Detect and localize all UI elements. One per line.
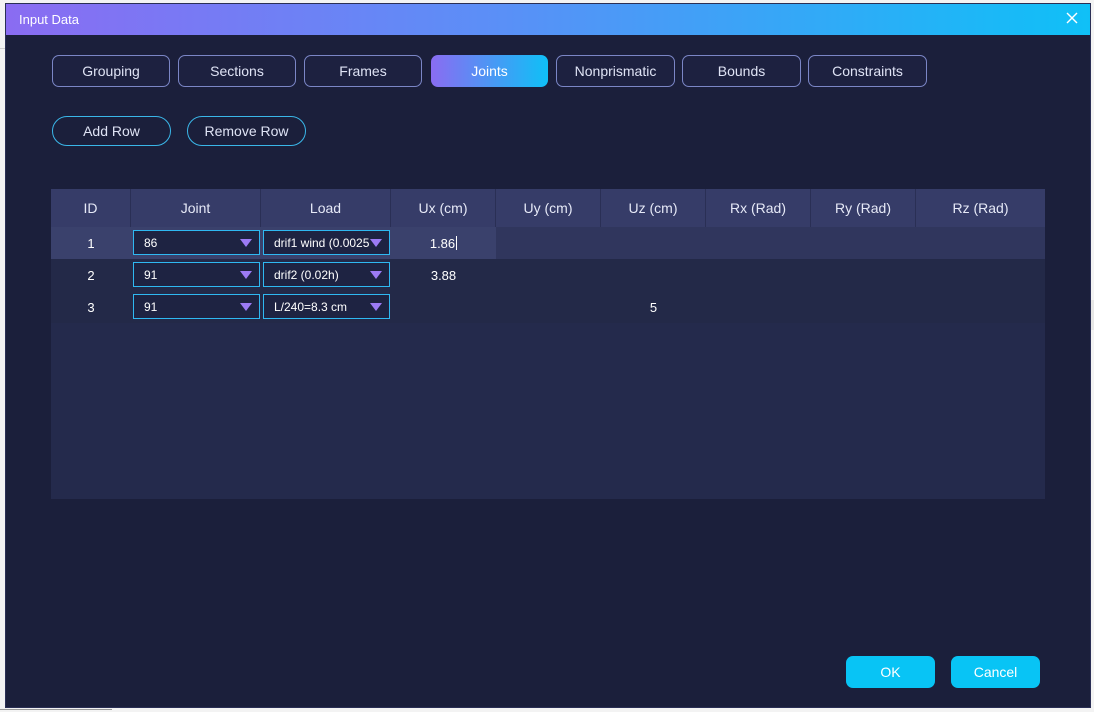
cell-id: 2 [87,267,95,283]
cell-rx[interactable] [706,227,811,259]
window-title: Input Data [19,12,79,27]
joint-dropdown-value: 91 [144,299,158,314]
cell-id: 3 [87,299,95,315]
ok-button[interactable]: OK [846,656,935,688]
column-header-load[interactable]: Load [261,189,391,227]
joint-dropdown[interactable]: 91 [133,294,260,319]
joint-dropdown[interactable]: 86 [133,230,260,255]
column-header-joint[interactable]: Joint [131,189,261,227]
column-header-id[interactable]: ID [51,189,131,227]
joints-table: ID Joint Load Ux (cm) Uy (cm) Uz (cm) Rx… [51,189,1045,499]
cell-rz[interactable] [916,291,1045,323]
table-row[interactable]: 2 91 drif2 (0.02h) 3.88 [51,259,1045,291]
close-icon[interactable] [1064,10,1080,26]
cell-ry[interactable] [811,227,916,259]
column-header-ry[interactable]: Ry (Rad) [811,189,916,227]
cell-uz[interactable]: 5 [601,291,706,323]
remove-row-button[interactable]: Remove Row [187,116,306,146]
background-fragment [1090,300,1094,330]
load-dropdown[interactable]: L/240=8.3 cm [263,294,390,319]
joint-dropdown-value: 86 [144,235,158,250]
cell-uy[interactable] [496,259,601,291]
tab-grouping[interactable]: Grouping [52,55,170,87]
cell-ux-editing[interactable]: 1.86 [391,227,496,259]
table-row[interactable]: 3 91 L/240=8.3 cm 5 [51,291,1045,323]
tab-nonprismatic[interactable]: Nonprismatic [556,55,675,87]
background-bottom-line [0,709,112,710]
cell-ry[interactable] [811,259,916,291]
cancel-button[interactable]: Cancel [951,656,1040,688]
title-bar[interactable]: Input Data [6,4,1090,35]
dropdown-arrow-icon [370,303,382,311]
load-dropdown[interactable]: drif1 wind (0.0025 [263,230,390,255]
dropdown-arrow-icon [240,303,252,311]
tab-sections[interactable]: Sections [178,55,296,87]
background-bottom-strip [0,707,1094,712]
cell-id: 1 [87,235,95,251]
cell-rx[interactable] [706,259,811,291]
add-row-button[interactable]: Add Row [52,116,171,146]
column-header-ux[interactable]: Ux (cm) [391,189,496,227]
load-dropdown-value: drif1 wind (0.0025 [274,235,370,250]
column-header-uy[interactable]: Uy (cm) [496,189,601,227]
load-dropdown[interactable]: drif2 (0.02h) [263,262,390,287]
text-caret [456,236,458,250]
input-data-dialog: Input Data Grouping Sections Frames Join… [6,4,1090,707]
cell-ux-value: 1.86 [429,235,456,251]
dropdown-arrow-icon [370,239,382,247]
dropdown-arrow-icon [370,271,382,279]
table-header: ID Joint Load Ux (cm) Uy (cm) Uz (cm) Rx… [51,189,1045,227]
cell-ux[interactable]: 3.88 [391,259,496,291]
load-dropdown-value: drif2 (0.02h) [274,267,339,282]
tab-frames[interactable]: Frames [304,55,422,87]
joint-dropdown-value: 91 [144,267,158,282]
cell-ry[interactable] [811,291,916,323]
cell-ux[interactable] [391,291,496,323]
cell-rz[interactable] [916,227,1045,259]
tab-joints[interactable]: Joints [431,55,548,87]
column-header-rz[interactable]: Rz (Rad) [916,189,1045,227]
dropdown-arrow-icon [240,271,252,279]
tab-bounds[interactable]: Bounds [682,55,801,87]
cell-uy[interactable] [496,227,601,259]
cell-rz[interactable] [916,259,1045,291]
load-dropdown-value: L/240=8.3 cm [274,299,348,314]
column-header-uz[interactable]: Uz (cm) [601,189,706,227]
cell-uy[interactable] [496,291,601,323]
joint-dropdown[interactable]: 91 [133,262,260,287]
cell-uz[interactable] [601,227,706,259]
cell-rx[interactable] [706,291,811,323]
dropdown-arrow-icon [240,239,252,247]
column-header-rx[interactable]: Rx (Rad) [706,189,811,227]
cell-uz[interactable] [601,259,706,291]
table-row[interactable]: 1 86 drif1 wind (0.0025 1.86 [51,227,1045,259]
tab-constraints[interactable]: Constraints [808,55,927,87]
